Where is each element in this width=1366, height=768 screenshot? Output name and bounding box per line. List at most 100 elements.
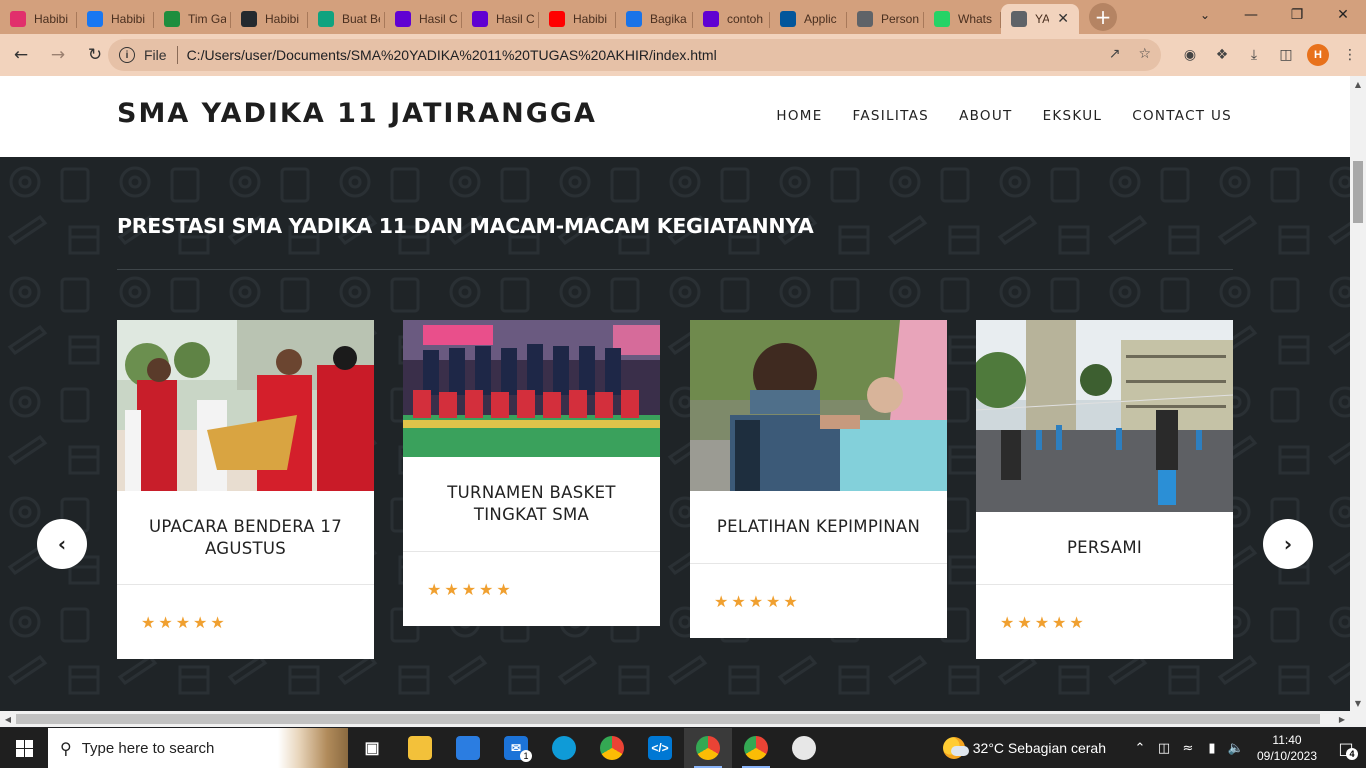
volume-icon[interactable]: 🔈 <box>1224 728 1248 768</box>
activity-card[interactable]: PELATIHAN KEPIMPINAN ★ ★ ★ ★ ★ <box>690 320 947 638</box>
card-title: PELATIHAN KEPIMPINAN <box>716 517 921 536</box>
globe-icon <box>1011 11 1027 27</box>
share-icon[interactable]: ↗ <box>1109 46 1121 62</box>
restore-button[interactable]: ❐ <box>1274 0 1320 30</box>
site-header: SMA YADIKA 11 JATIRANGGA HOME FASILITAS AB… <box>0 76 1350 157</box>
activity-card[interactable]: UPACARA BENDERA 17 AGUSTUS ★ ★ ★ ★ ★ <box>117 320 374 659</box>
horizontal-scrollbar[interactable]: ◀ ▶ <box>0 711 1366 727</box>
close-window-button[interactable]: ✕ <box>1320 0 1366 30</box>
browser-tab[interactable]: YA ✕ <box>1001 4 1079 34</box>
extensions-puzzle-icon[interactable]: ❖ <box>1206 39 1238 71</box>
weather-widget[interactable]: 32°C Sebagian cerah <box>942 737 1106 759</box>
reload-button[interactable]: ↻ <box>79 39 111 71</box>
taskbar-search[interactable]: ⚲ Type here to search <box>48 728 348 768</box>
browser-tab[interactable]: Applic <box>770 4 847 34</box>
tab-search-chevron-icon[interactable]: ⌄ <box>1182 0 1228 30</box>
browser-tab[interactable]: Tim Ga <box>154 4 231 34</box>
browser-tab[interactable]: Habibi <box>231 4 308 34</box>
wifi-icon[interactable]: ≈ <box>1176 728 1200 768</box>
tab-title: Habibi <box>34 12 69 26</box>
horizontal-scroll-thumb[interactable] <box>16 714 1320 724</box>
flutter-icon <box>780 11 796 27</box>
vertical-scrollbar[interactable]: ▲ ▼ <box>1350 76 1366 711</box>
star-icon: ★ <box>158 612 173 632</box>
nav-link-home[interactable]: HOME <box>776 108 822 124</box>
address-url[interactable]: C:/Users/user/Documents/SMA%20YADIKA%201… <box>187 47 717 63</box>
file-explorer-button[interactable] <box>396 728 444 768</box>
chevron-left-icon: ‹ <box>57 532 67 556</box>
minimize-button[interactable]: — <box>1228 0 1274 30</box>
star-icon: ★ <box>1017 612 1032 632</box>
address-bar[interactable]: i File C:/Users/user/Documents/SMA%20YAD… <box>108 39 1161 71</box>
menu-kebab-icon[interactable]: ⋮ <box>1334 39 1366 71</box>
vertical-scroll-thumb[interactable] <box>1353 161 1363 223</box>
browser-toolbar: ← → ↻ i File C:/Users/user/Documents/SMA… <box>0 34 1366 76</box>
activity-card[interactable]: PERSAMI ★ ★ ★ ★ ★ <box>976 320 1233 659</box>
star-icon: ★ <box>1034 612 1050 632</box>
scroll-down-arrow-icon[interactable]: ▼ <box>1350 695 1366 711</box>
scroll-up-arrow-icon[interactable]: ▲ <box>1350 76 1366 92</box>
browser-tab[interactable]: Hasil C <box>462 4 539 34</box>
close-tab-icon[interactable]: ✕ <box>1057 11 1069 27</box>
plus-icon <box>164 11 180 27</box>
download-icon[interactable]: ⤓ <box>1238 39 1270 71</box>
task-view-button[interactable]: ▣ <box>348 728 396 768</box>
tab-strip: Habibi Habibi Tim Ga Habibi Buat Be Hasil C Ha… <box>0 0 1366 34</box>
page-viewport: SMA YADIKA 11 JATIRANGGA HOME FASILITAS AB… <box>0 76 1350 711</box>
store-button[interactable] <box>444 728 492 768</box>
back-button[interactable]: ← <box>5 39 37 71</box>
edge-button[interactable] <box>540 728 588 768</box>
battery-icon[interactable]: ▮ <box>1200 728 1224 768</box>
site-info-icon[interactable]: i <box>119 47 135 63</box>
nav-link-about[interactable]: ABOUT <box>959 108 1013 124</box>
browser-tab[interactable]: Hasil C <box>385 4 462 34</box>
tab-title: Buat Be <box>342 12 380 26</box>
start-button[interactable] <box>0 728 48 768</box>
windows-taskbar: ⚲ Type here to search ▣ ✉ 1 </> 32°C Seb… <box>0 728 1366 768</box>
chrome-button-2[interactable] <box>732 728 780 768</box>
nav-link-ekskul[interactable]: EKSKUL <box>1043 108 1103 124</box>
forward-button[interactable]: → <box>42 39 74 71</box>
section-title: PRESTASI SMA YADIKA 11 DAN MACAM-MACAM K… <box>117 214 814 238</box>
show-hidden-icons-chevron-icon[interactable]: ⌃ <box>1128 728 1152 768</box>
tab-list: Habibi Habibi Tim Ga Habibi Buat Be Hasil C Ha… <box>0 0 1079 34</box>
window-controls: — ❐ ✕ <box>1228 0 1366 30</box>
browser-tab[interactable]: Person <box>847 4 924 34</box>
profile-avatar[interactable]: H <box>1307 44 1329 66</box>
extension-icon[interactable]: ◉ <box>1174 39 1206 71</box>
chrome-profile-button[interactable] <box>684 728 732 768</box>
activity-card[interactable]: TURNAMEN BASKET TINGKAT SMA ★ ★ ★ ★ ★ <box>403 320 660 626</box>
star-icon: ★ <box>731 591 746 611</box>
browser-tab[interactable]: Habibi <box>0 4 77 34</box>
carousel-prev-button[interactable]: ‹ <box>37 519 87 569</box>
scroll-right-arrow-icon[interactable]: ▶ <box>1334 711 1350 727</box>
mail-button[interactable]: ✉ 1 <box>492 728 540 768</box>
achievements-section: PRESTASI SMA YADIKA 11 DAN MACAM-MACAM K… <box>0 157 1350 711</box>
vscode-button[interactable]: </> <box>636 728 684 768</box>
card-rating: ★ ★ ★ ★ ★ <box>403 552 660 626</box>
yahoo-icon <box>395 11 411 27</box>
scroll-left-arrow-icon[interactable]: ◀ <box>0 711 16 727</box>
carousel-next-button[interactable]: › <box>1263 519 1313 569</box>
nav-link-contact-us[interactable]: CONTACT US <box>1132 108 1232 124</box>
task-view-icon: ▣ <box>364 740 380 757</box>
side-panel-icon[interactable]: ◫ <box>1270 39 1302 71</box>
tab-title: Whats <box>958 12 993 26</box>
notification-count: 4 <box>1346 748 1358 760</box>
clock[interactable]: 11:40 09/10/2023 <box>1252 732 1322 764</box>
browser-tab[interactable]: Buat Be <box>308 4 385 34</box>
browser-tab[interactable]: Habibi <box>77 4 154 34</box>
new-tab-button[interactable]: + <box>1089 3 1117 31</box>
address-separator <box>176 46 178 64</box>
browser-tab[interactable]: Whats <box>924 4 1001 34</box>
bookmark-star-icon[interactable]: ☆ <box>1138 46 1151 62</box>
site-logo[interactable]: SMA YADIKA 11 JATIRANGGA <box>117 98 597 129</box>
paint-button[interactable] <box>780 728 828 768</box>
meet-now-icon[interactable]: ◫ <box>1152 728 1176 768</box>
browser-tab[interactable]: Bagika <box>616 4 693 34</box>
browser-tab[interactable]: Habibi <box>539 4 616 34</box>
nav-link-fasilitas[interactable]: FASILITAS <box>853 108 930 124</box>
browser-tab[interactable]: contoh <box>693 4 770 34</box>
chrome-button[interactable] <box>588 728 636 768</box>
notification-center-button[interactable]: □ 4 <box>1326 728 1366 768</box>
